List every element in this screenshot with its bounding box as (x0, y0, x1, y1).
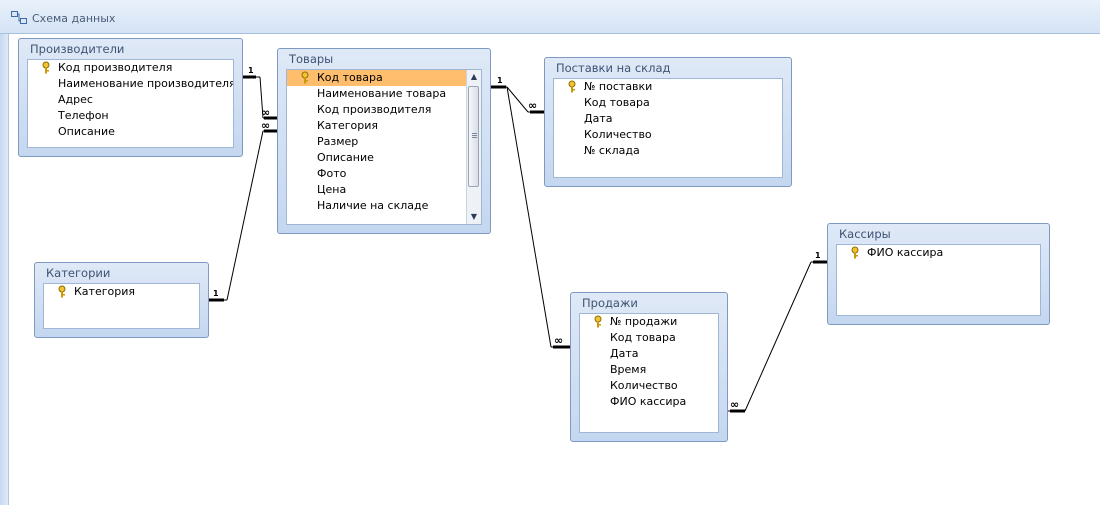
field-name: ФИО кассира (610, 395, 687, 408)
table-manufacturers[interactable]: Производители Код производителя Наименов… (18, 38, 243, 157)
field-name: Код товара (584, 96, 650, 109)
table-goods[interactable]: Товары Код товара Наименование товара Ко… (277, 48, 491, 234)
field-item[interactable]: Категория (44, 284, 199, 300)
table-title[interactable]: Кассиры (828, 224, 1049, 244)
rel-many-label: ∞ (261, 106, 271, 119)
field-item[interactable]: Дата (580, 346, 718, 362)
field-name: ФИО кассира (867, 246, 944, 259)
primary-key-icon (58, 285, 66, 298)
table-categories[interactable]: Категории Категория (34, 262, 209, 338)
rel-many-label: ∞ (261, 119, 271, 132)
field-name: Дата (584, 112, 613, 125)
field-list[interactable]: № продажи Код товара Дата Время Количест… (579, 313, 719, 433)
field-name: № продажи (610, 315, 678, 328)
field-name: Цена (317, 183, 347, 196)
field-name: Наличие на складе (317, 199, 429, 212)
table-sales[interactable]: Продажи № продажи Код товара Дата Время … (570, 292, 728, 442)
rel-one-label: 1 (815, 251, 821, 260)
table-title[interactable]: Продажи (571, 293, 727, 313)
field-list[interactable]: Код производителя Наименование производи… (27, 59, 234, 148)
field-name: Наименование товара (317, 87, 447, 100)
primary-key-icon (568, 80, 576, 93)
field-name: Код товара (610, 331, 676, 344)
field-item[interactable]: № склада (554, 143, 782, 159)
field-item[interactable]: № поставки (554, 79, 782, 95)
field-list[interactable]: ФИО кассира (836, 244, 1041, 316)
field-item[interactable]: Цена (287, 182, 481, 198)
field-name: Описание (317, 151, 374, 164)
field-item[interactable]: Дата (554, 111, 782, 127)
rel-one-label: 1 (497, 76, 503, 85)
field-name: Категория (74, 285, 135, 298)
field-item[interactable]: Код производителя (28, 60, 233, 76)
rel-one-label: 1 (213, 289, 219, 298)
field-name: Количество (610, 379, 678, 392)
field-name: Фото (317, 167, 347, 180)
primary-key-icon (851, 246, 859, 259)
table-title[interactable]: Поставки на склад (545, 58, 791, 78)
field-name: Адрес (58, 93, 93, 106)
primary-key-icon (42, 61, 50, 74)
field-name: Наименование производителя (58, 77, 234, 90)
field-name: № склада (584, 144, 640, 157)
scroll-up-arrow-icon[interactable]: ▲ (467, 70, 481, 84)
field-item[interactable]: № продажи (580, 314, 718, 330)
field-item[interactable]: Количество (580, 378, 718, 394)
field-name: Описание (58, 125, 115, 138)
field-list[interactable]: № поставки Код товара Дата Количество № … (553, 78, 783, 178)
field-item[interactable]: ФИО кассира (837, 245, 1040, 261)
window-title: Схема данных (32, 12, 116, 25)
field-name: Количество (584, 128, 652, 141)
field-name: Код производителя (317, 103, 432, 116)
field-name: Код товара (317, 71, 383, 84)
relationships-icon (11, 11, 27, 24)
field-item[interactable]: Код товара (580, 330, 718, 346)
field-item[interactable]: Наличие на складе (287, 198, 481, 214)
field-item[interactable]: Фото (287, 166, 481, 182)
vertical-scrollbar[interactable]: ▲ ▼ (466, 70, 481, 224)
grip-icon (472, 133, 477, 134)
table-cashiers[interactable]: Кассиры ФИО кассира (827, 223, 1050, 325)
field-item[interactable]: Код товара (554, 95, 782, 111)
field-name: Дата (610, 347, 639, 360)
field-item[interactable]: Описание (28, 124, 233, 140)
table-deliveries[interactable]: Поставки на склад № поставки Код товара … (544, 57, 792, 187)
scroll-down-arrow-icon[interactable]: ▼ (467, 210, 481, 224)
primary-key-icon (594, 315, 602, 328)
table-title[interactable]: Товары (278, 49, 490, 69)
primary-key-icon (301, 71, 309, 84)
field-name: Код производителя (58, 61, 173, 74)
field-item[interactable]: Количество (554, 127, 782, 143)
field-name: Время (610, 363, 647, 376)
field-list[interactable]: Код товара Наименование товара Код произ… (286, 69, 482, 225)
rel-many-label: ∞ (730, 398, 740, 411)
field-name: Размер (317, 135, 359, 148)
field-name: Телефон (58, 109, 109, 122)
field-item[interactable]: Описание (287, 150, 481, 166)
field-name: № поставки (584, 80, 653, 93)
field-list[interactable]: Категория (43, 283, 200, 329)
field-item[interactable]: Наименование товара (287, 86, 481, 102)
rel-one-label: 1 (248, 66, 254, 75)
field-item[interactable]: Телефон (28, 108, 233, 124)
field-item-selected[interactable]: Код товара (287, 70, 467, 86)
field-item[interactable]: Время (580, 362, 718, 378)
field-item[interactable]: Код производителя (287, 102, 481, 118)
field-item[interactable]: Наименование производителя (28, 76, 233, 92)
rel-many-label: ∞ (528, 99, 538, 112)
rel-many-label: ∞ (554, 334, 564, 347)
table-title[interactable]: Производители (19, 39, 242, 59)
field-name: Категория (317, 119, 378, 132)
field-item[interactable]: Размер (287, 134, 481, 150)
field-item[interactable]: Адрес (28, 92, 233, 108)
window-titlebar: Схема данных (0, 0, 1100, 34)
field-item[interactable]: ФИО кассира (580, 394, 718, 410)
scroll-thumb[interactable] (468, 86, 479, 187)
table-title[interactable]: Категории (35, 263, 208, 283)
field-item[interactable]: Категория (287, 118, 481, 134)
